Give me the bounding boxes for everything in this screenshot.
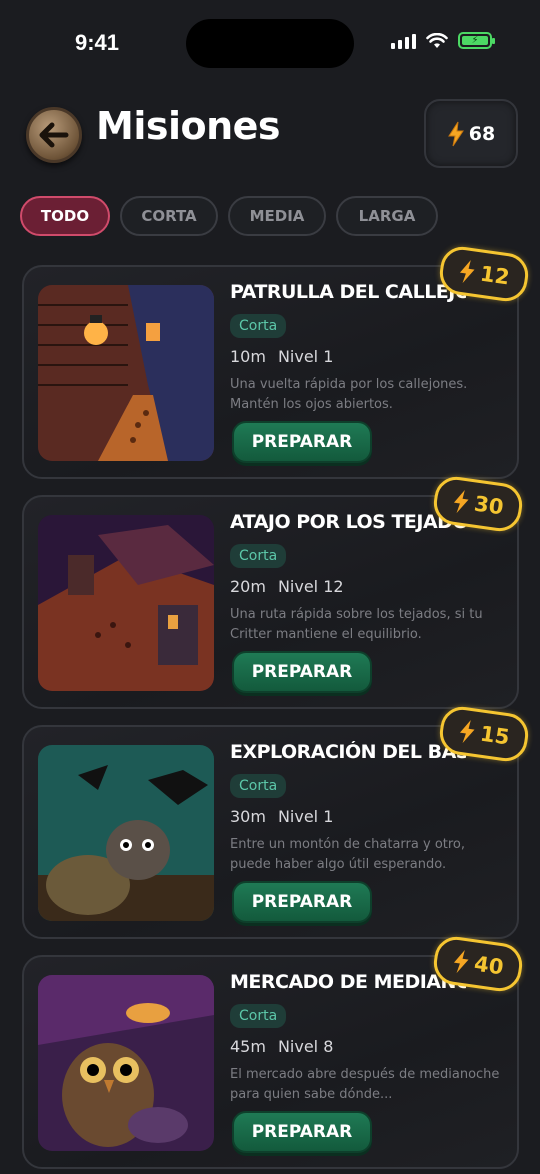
mission-duration: 45m bbox=[230, 1037, 266, 1056]
prepare-button[interactable]: PREPARAR bbox=[232, 421, 372, 463]
energy-counter[interactable]: 68 bbox=[424, 99, 518, 168]
status-time: 9:41 bbox=[75, 30, 120, 55]
mission-duration: 10m bbox=[230, 347, 266, 366]
reward-value: 40 bbox=[472, 951, 506, 980]
mission-image-alley bbox=[38, 285, 214, 461]
duration-tag: Corta bbox=[230, 774, 287, 798]
mission-title: Exploración del basurero bbox=[230, 741, 466, 763]
mission-title: Atajo por los tejados bbox=[230, 511, 466, 533]
duration-tag: Corta bbox=[230, 1004, 287, 1028]
mission-meta: 20m Nivel 12 bbox=[230, 577, 344, 596]
prepare-button[interactable]: PREPARAR bbox=[232, 651, 372, 693]
reward-value: 15 bbox=[478, 721, 512, 750]
mission-level: Nivel 12 bbox=[277, 577, 344, 596]
tab-todo[interactable]: TODO bbox=[20, 196, 110, 236]
mission-description: Una ruta rápida sobre los tejados, si tu… bbox=[230, 607, 483, 642]
page-title: Misiones bbox=[96, 104, 281, 148]
status-icons: ⚡ bbox=[391, 32, 495, 49]
duration-tag: Corta bbox=[230, 544, 287, 568]
mission-description: Una vuelta rápida por los callejones. Ma… bbox=[230, 377, 468, 412]
duration-tag: Corta bbox=[230, 314, 287, 338]
mission-card[interactable]: Exploración del basurero Corta 30m Nivel… bbox=[22, 725, 519, 939]
tab-corta[interactable]: CORTA bbox=[120, 196, 218, 236]
lightning-icon bbox=[454, 950, 469, 974]
prepare-button[interactable]: PREPARAR bbox=[232, 881, 372, 923]
mission-title: Patrulla del callejón bbox=[230, 281, 466, 303]
mission-card[interactable]: Patrulla del callejón Corta 10m Nivel 1 … bbox=[22, 265, 519, 479]
lightning-icon bbox=[447, 121, 464, 146]
status-bar: 9:41 ⚡ bbox=[0, 0, 540, 90]
mission-title: Mercado de medianoche bbox=[230, 971, 466, 993]
mission-image-junkyard bbox=[38, 745, 214, 921]
mission-image-market bbox=[38, 975, 214, 1151]
back-button[interactable] bbox=[26, 107, 82, 163]
lightning-icon bbox=[454, 490, 469, 514]
filter-tabs: TODO CORTA MEDIA LARGA bbox=[20, 196, 438, 236]
battery-icon: ⚡ bbox=[458, 32, 495, 49]
mission-meta: 30m Nivel 1 bbox=[230, 807, 333, 826]
signal-icon bbox=[391, 33, 416, 49]
mission-card[interactable]: Atajo por los tejados Corta 20m Nivel 12… bbox=[22, 495, 519, 709]
mission-card[interactable]: Mercado de medianoche Corta 45m Nivel 8 … bbox=[22, 955, 519, 1169]
mission-meta: 45m Nivel 8 bbox=[230, 1037, 333, 1056]
lightning-icon bbox=[460, 260, 475, 284]
arrow-left-icon bbox=[39, 122, 69, 148]
dynamic-island bbox=[186, 19, 354, 68]
tab-larga[interactable]: LARGA bbox=[336, 196, 438, 236]
tab-media[interactable]: MEDIA bbox=[228, 196, 326, 236]
mission-image-rooftops bbox=[38, 515, 214, 691]
mission-description: El mercado abre después de medianoche pa… bbox=[230, 1067, 500, 1102]
mission-meta: 10m Nivel 1 bbox=[230, 347, 333, 366]
mission-description: Entre un montón de chatarra y otro, pued… bbox=[230, 837, 466, 872]
mission-level: Nivel 8 bbox=[277, 1037, 334, 1056]
mission-duration: 20m bbox=[230, 577, 266, 596]
mission-level: Nivel 1 bbox=[277, 807, 334, 826]
energy-value: 68 bbox=[468, 122, 496, 145]
mission-level: Nivel 1 bbox=[277, 347, 334, 366]
prepare-button[interactable]: PREPARAR bbox=[232, 1111, 372, 1153]
reward-value: 12 bbox=[478, 261, 512, 290]
mission-duration: 30m bbox=[230, 807, 266, 826]
lightning-icon bbox=[460, 720, 475, 744]
reward-value: 30 bbox=[472, 491, 506, 520]
wifi-icon bbox=[426, 32, 448, 48]
